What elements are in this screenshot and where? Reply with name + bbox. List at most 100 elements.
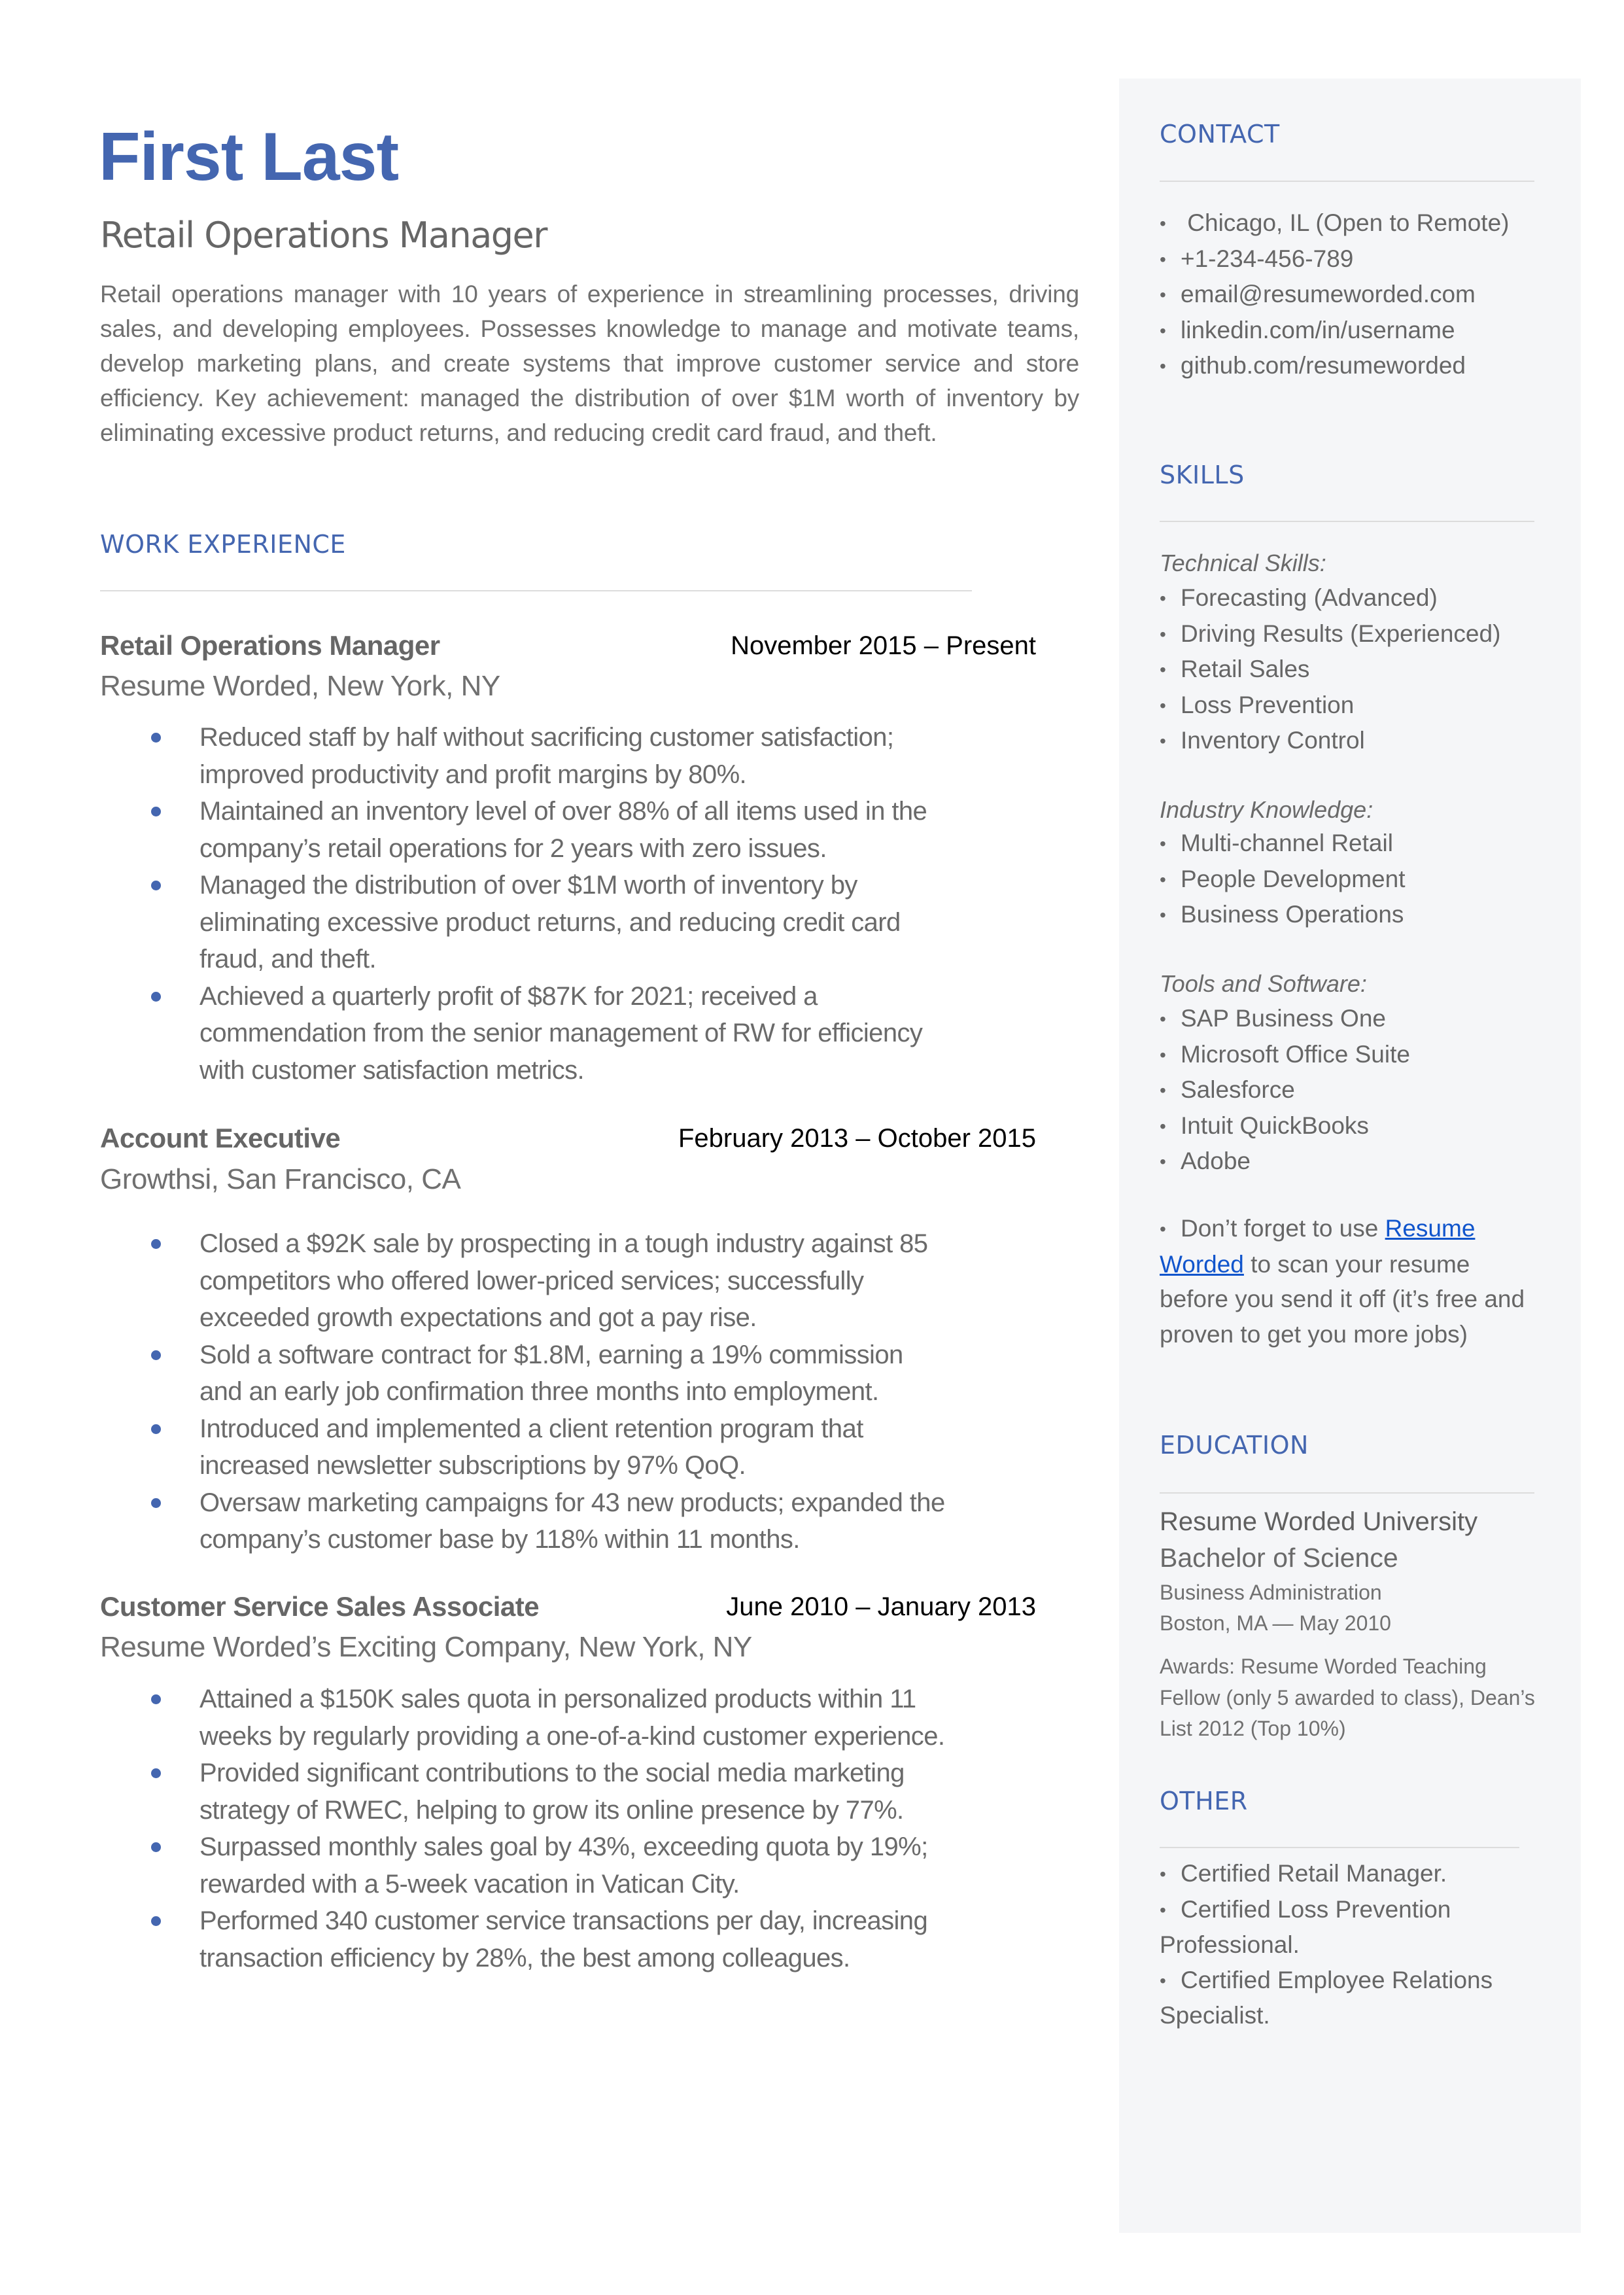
bullet-dot-icon [151,881,161,890]
bullet-item: Managed the distribution of over $1M wor… [100,867,950,978]
certification-item: • Certified Retail Manager. [1160,1856,1526,1892]
bullet-dot-icon [151,1350,161,1360]
skill-item: • Intuit QuickBooks [1160,1108,1410,1144]
bullet-icon: • [1160,1970,1166,1991]
bullet-item: Reduced staff by half without sacrificin… [100,719,950,793]
summary-paragraph: Retail operations manager with 10 years … [100,281,1079,446]
bullet-item: Maintained an inventory level of over 88… [100,793,950,867]
education-school: Resume Worded University [1160,1507,1478,1536]
skill-item: • Adobe [1160,1144,1410,1180]
job-bullets: Attained a $150K sales quota in personal… [100,1681,950,1976]
certification-item: • Certified Loss Prevention Professional. [1160,1892,1526,1963]
skill-item: • Multi-channel Retail [1160,826,1406,862]
resume-tip: • Don’t forget to use Resume Worded to sc… [1160,1211,1539,1352]
skills-group-label: Tools and Software: [1160,970,1367,997]
bullet-icon: • [1160,249,1166,270]
section-title-skills: SKILLS [1160,461,1245,489]
bullet-icon: • [1160,623,1166,644]
bullet-dot-icon [151,1498,161,1508]
skill-item: • Salesforce [1160,1072,1410,1108]
contact-phone[interactable]: • +1-234-456-789 [1160,241,1509,277]
skills-list-industry: • Multi-channel Retail • People Developmen… [1160,826,1406,933]
bullet-icon: • [1160,833,1166,854]
job-dates: June 2010 – January 2013 [726,1592,1036,1621]
education-awards: Awards: Resume Worded Teaching Fellow (o… [1160,1655,1535,1740]
skill-item: • People Development [1160,862,1406,898]
other-list: • Certified Retail Manager. • Certified Lo… [1160,1856,1526,2033]
job-dates: November 2015 – Present [731,631,1036,660]
job-company: Growthsi, San Francisco, CA [100,1163,461,1195]
section-divider [1160,1847,1519,1848]
skill-item: • Business Operations [1160,897,1406,933]
bullet-icon: • [1160,1899,1166,1920]
job-title: Retail Operations Manager [100,630,440,661]
job-title: Customer Service Sales Associate [100,1591,540,1622]
bullet-item: Closed a $92K sale by prospecting in a t… [100,1225,950,1337]
bullet-dot-icon [151,733,161,743]
bullet-dot-icon [151,991,161,1002]
contact-list: • Chicago, IL (Open to Remote) • +1-234-4… [1160,205,1509,384]
contact-linkedin[interactable]: • linkedin.com/in/username [1160,313,1509,349]
bullet-item: Introduced and implemented a client rete… [100,1410,950,1484]
bullet-icon: • [1160,213,1166,234]
bullet-item: Achieved a quarterly profit of $87K for … [100,978,950,1089]
section-title-other: OTHER [1160,1787,1248,1815]
section-divider [1160,1492,1534,1494]
candidate-name: First Last [99,119,399,195]
section-divider [1160,181,1534,182]
bullet-icon: • [1160,1080,1166,1100]
contact-location: • Chicago, IL (Open to Remote) [1160,205,1509,241]
bullet-dot-icon [151,1842,161,1852]
skill-item: • SAP Business One [1160,1001,1410,1037]
bullet-icon: • [1160,1151,1166,1172]
skills-group-label: Technical Skills: [1160,550,1326,576]
bullet-dot-icon [151,1424,161,1434]
section-title-contact: CONTACT [1160,120,1280,149]
skills-list-technical: • Forecasting (Advanced) • Driving Results… [1160,580,1500,759]
bullet-icon: • [1160,695,1166,716]
job-company: Resume Worded’s Exciting Company, New Yo… [100,1631,752,1663]
bullet-item: Oversaw marketing campaigns for 43 new p… [100,1484,950,1558]
bullet-item: Surpassed monthly sales goal by 43%, exc… [100,1829,950,1902]
job-bullets: Reduced staff by half without sacrificin… [100,719,950,1089]
skills-list-tools: • SAP Business One • Microsoft Office Suit… [1160,1001,1410,1180]
candidate-role: Retail Operations Manager [100,215,547,256]
skill-item: • Microsoft Office Suite [1160,1037,1410,1073]
bullet-dot-icon [151,1916,161,1926]
bullet-item: Performed 340 customer service transacti… [100,1902,950,1976]
bullet-icon: • [1160,1864,1166,1884]
job-dates: February 2013 – October 2015 [678,1124,1036,1153]
bullet-icon: • [1160,1219,1166,1239]
contact-email[interactable]: • email@resumeworded.com [1160,277,1509,313]
skills-group-label: Industry Knowledge: [1160,796,1373,823]
certification-item: • Certified Employee Relations Specialist… [1160,1963,1526,2033]
bullet-item: Sold a software contract for $1.8M, earn… [100,1337,950,1410]
bullet-icon: • [1160,1115,1166,1136]
job-title: Account Executive [100,1123,341,1153]
bullet-item: Provided significant contributions to th… [100,1755,950,1829]
skill-item: • Forecasting (Advanced) [1160,580,1500,616]
bullet-icon: • [1160,320,1166,341]
bullet-icon: • [1160,905,1166,925]
section-divider [100,590,972,591]
bullet-icon: • [1160,588,1166,608]
bullet-dot-icon [151,1768,161,1778]
section-title-work-experience: WORK EXPERIENCE [100,530,346,559]
section-title-education: EDUCATION [1160,1431,1309,1460]
section-divider [1160,521,1534,522]
education-major: Business Administration [1160,1581,1382,1604]
bullet-icon: • [1160,731,1166,751]
bullet-dot-icon [151,1694,161,1704]
education-degree: Bachelor of Science [1160,1543,1398,1573]
skill-item: • Retail Sales [1160,652,1500,688]
education-location-date: Boston, MA — May 2010 [1160,1611,1391,1635]
contact-github[interactable]: • github.com/resumeworded [1160,348,1509,384]
bullet-icon: • [1160,659,1166,680]
skill-item: • Inventory Control [1160,723,1500,759]
bullet-dot-icon [151,1239,161,1249]
job-bullets: Closed a $92K sale by prospecting in a t… [100,1225,950,1558]
job-company: Resume Worded, New York, NY [100,670,500,702]
bullet-icon: • [1160,356,1166,376]
skill-item: • Driving Results (Experienced) [1160,616,1500,652]
bullet-icon: • [1160,1044,1166,1065]
